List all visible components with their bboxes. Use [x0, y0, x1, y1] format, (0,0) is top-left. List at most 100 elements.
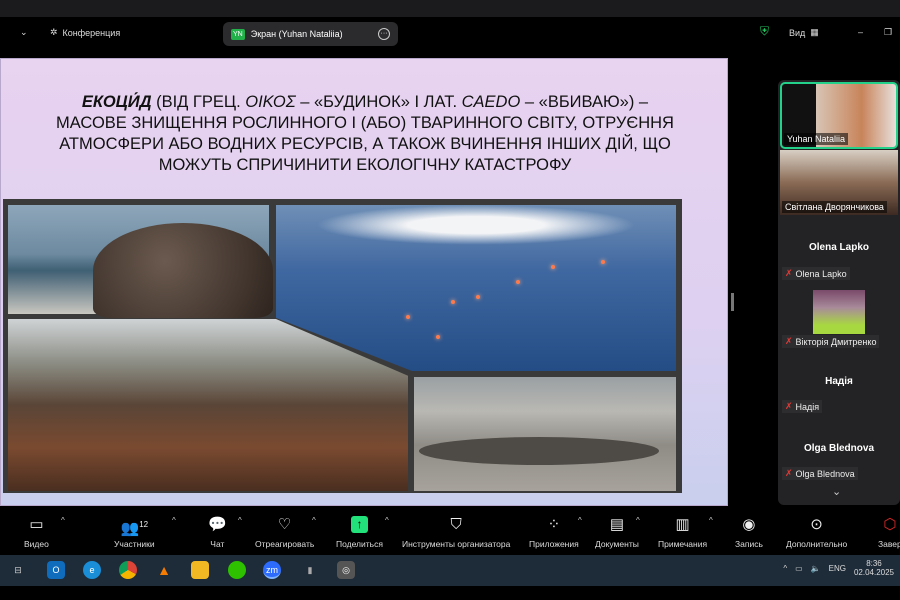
- slide-line: АТМОСФЕРИ АБО ВОДНИХ РЕСУРСІВ, А ТАКОЖ В…: [59, 135, 671, 153]
- participant-video-tile[interactable]: Світлана Дворянчикова: [780, 150, 898, 215]
- participant-label[interactable]: ✗ Olena Lapko: [782, 267, 850, 280]
- volume-icon[interactable]: 🔈: [811, 564, 821, 573]
- clock-date: 02.04.2025: [853, 568, 894, 577]
- participants-button[interactable]: 👥12 Участники: [114, 516, 155, 549]
- more-label: Дополнительно: [786, 539, 848, 549]
- meeting-info-button[interactable]: ✲ Конференция: [50, 27, 120, 38]
- clock[interactable]: 8:36 02.04.2025: [854, 559, 894, 577]
- restore-button[interactable]: ❐: [884, 27, 892, 38]
- participant-video-tile[interactable]: Yuhan Nataliia: [780, 82, 898, 149]
- muted-mic-icon: ✗: [785, 336, 793, 346]
- clock-time: 8:36: [866, 559, 882, 568]
- react-button[interactable]: ♡ Отреагировать: [255, 516, 314, 549]
- slide-line: МОЖУТЬ СПРИЧИНИТИ ЕКОЛОГІЧНУ КАТАСТРОФУ: [158, 156, 572, 174]
- participants-count: 12: [139, 520, 149, 529]
- wechat-icon[interactable]: [228, 561, 246, 579]
- share-arrow-icon: ↑: [350, 516, 368, 533]
- security-shield-icon[interactable]: ⛨: [760, 24, 769, 39]
- outlook-icon[interactable]: O: [47, 561, 65, 579]
- participant-name: Надія: [795, 401, 820, 412]
- meeting-toolbar: ▭ Видео ^ 👥12 Участники ^ 💬 Чат ^ ♡ Отреагир…: [0, 508, 900, 555]
- apps-button[interactable]: ⁘ Приложения: [529, 516, 579, 549]
- participants-label: Участники: [114, 539, 155, 549]
- notes-button[interactable]: ▥ Примечания: [658, 516, 707, 549]
- view-button[interactable]: Вид ▦: [789, 27, 819, 38]
- usb-device-icon[interactable]: ▮: [301, 561, 319, 579]
- apps-label: Приложения: [529, 539, 579, 549]
- muted-mic-icon: ✗: [785, 468, 793, 478]
- zoom-app-icon[interactable]: zm: [263, 561, 281, 579]
- notes-icon: ▥: [675, 516, 690, 533]
- scroll-down-chevron-icon[interactable]: ⌄: [832, 485, 841, 498]
- task-view-icon[interactable]: ⊟: [9, 561, 27, 579]
- sea-mine-photo: [8, 205, 273, 318]
- chat-button[interactable]: 💬 Чат: [208, 516, 227, 549]
- vlc-icon[interactable]: ▲: [155, 561, 173, 579]
- file-explorer-icon[interactable]: [191, 561, 209, 579]
- record-icon: ◉: [742, 516, 756, 533]
- meeting-header: ⌄ ✲ Конференция YN Экран (Yuhan Nataliia…: [0, 17, 900, 53]
- minimize-button[interactable]: –: [858, 27, 863, 37]
- chat-icon: 💬: [208, 516, 227, 533]
- participants-gallery: Yuhan Nataliia Світлана Дворянчикова Ole…: [778, 80, 900, 505]
- shared-slide: ЕКОЦИ́Д (ВІД ГРЕЦ. ΟΙΚΟΣ – «БУДИНОК» І Л…: [0, 58, 728, 506]
- edge-icon[interactable]: e: [83, 561, 101, 579]
- shield-icon: ⛉: [450, 516, 462, 533]
- participant-name: Olena Lapko: [795, 268, 847, 279]
- dead-whale-beach-photo: [414, 377, 676, 491]
- show-hidden-icons-chevron[interactable]: ^: [783, 564, 787, 573]
- document-icon: ▤: [609, 516, 624, 533]
- participant-label[interactable]: ✗ Надія: [782, 400, 823, 413]
- end-meeting-button[interactable]: ⬡ Завер: [878, 516, 900, 549]
- apps-options-caret[interactable]: ^: [578, 516, 582, 525]
- participants-icon: ✲: [50, 27, 58, 37]
- participant-name: Olga Blednova: [795, 468, 855, 479]
- camera-app-icon[interactable]: ◎: [337, 561, 355, 579]
- share-label: Поделиться: [336, 539, 383, 549]
- docs-label: Документы: [595, 539, 639, 549]
- notes-options-caret[interactable]: ^: [709, 516, 713, 525]
- participant-name: Світлана Дворянчикова: [782, 201, 887, 213]
- participant-name-large: Olena Lapko: [808, 242, 869, 253]
- docs-button[interactable]: ▤ Документы: [595, 516, 639, 549]
- chrome-icon[interactable]: [119, 561, 137, 579]
- screen-share-pill[interactable]: YN Экран (Yuhan Nataliia) ···: [223, 22, 398, 46]
- panel-resize-handle[interactable]: [731, 293, 734, 311]
- network-icon[interactable]: ▭: [795, 564, 803, 573]
- video-button[interactable]: ▭ Видео: [24, 516, 49, 549]
- slide-text: – «ВБИВАЮ») –: [520, 93, 649, 111]
- sharer-avatar: YN: [231, 28, 245, 40]
- window-title-bar: [0, 0, 900, 17]
- participant-name-large: Надія: [825, 376, 853, 387]
- video-options-caret[interactable]: ^: [61, 516, 65, 525]
- participant-name-large: Olga Blednova: [803, 443, 874, 454]
- react-options-caret[interactable]: ^: [312, 516, 316, 525]
- photo-collage: [3, 199, 682, 493]
- windows-taskbar: ⊟ O e ▲ zm ▮ ◎ ^ ▭ 🔈 ENG 8:36 02.04.2025: [0, 555, 900, 586]
- apps-icon: ⁘: [547, 516, 561, 533]
- record-button[interactable]: ◉ Запись: [735, 516, 763, 549]
- share-options-caret[interactable]: ^: [385, 516, 389, 525]
- muted-mic-icon: ✗: [785, 401, 793, 411]
- collapse-chevron-icon[interactable]: ⌄: [20, 27, 28, 38]
- more-dots-icon: ⊙: [810, 516, 823, 533]
- participant-label[interactable]: ✗ Вікторія Дмитренко: [782, 335, 880, 348]
- meeting-label: Конференция: [62, 27, 121, 38]
- host-tools-button[interactable]: ⛉ Инструменты организатора: [402, 516, 510, 549]
- participants-options-caret[interactable]: ^: [172, 516, 176, 525]
- view-label: Вид: [789, 27, 806, 38]
- notes-label: Примечания: [658, 539, 708, 549]
- more-options-icon[interactable]: ···: [378, 28, 390, 40]
- record-label: Запись: [735, 539, 763, 549]
- slide-text: (ВІД ГРЕЦ.: [151, 93, 246, 111]
- video-label: Видео: [24, 539, 49, 549]
- language-indicator[interactable]: ENG: [829, 564, 846, 573]
- participant-label[interactable]: ✗ Olga Blednova: [782, 467, 858, 480]
- chat-options-caret[interactable]: ^: [238, 516, 242, 525]
- camera-icon: ▭: [29, 516, 44, 533]
- more-button[interactable]: ⊙ Дополнительно: [786, 516, 847, 549]
- docs-options-caret[interactable]: ^: [636, 516, 640, 525]
- react-label: Отреагировать: [255, 539, 315, 549]
- share-button[interactable]: ↑ Поделиться: [336, 516, 383, 549]
- participants-icon: 👥12: [120, 520, 149, 537]
